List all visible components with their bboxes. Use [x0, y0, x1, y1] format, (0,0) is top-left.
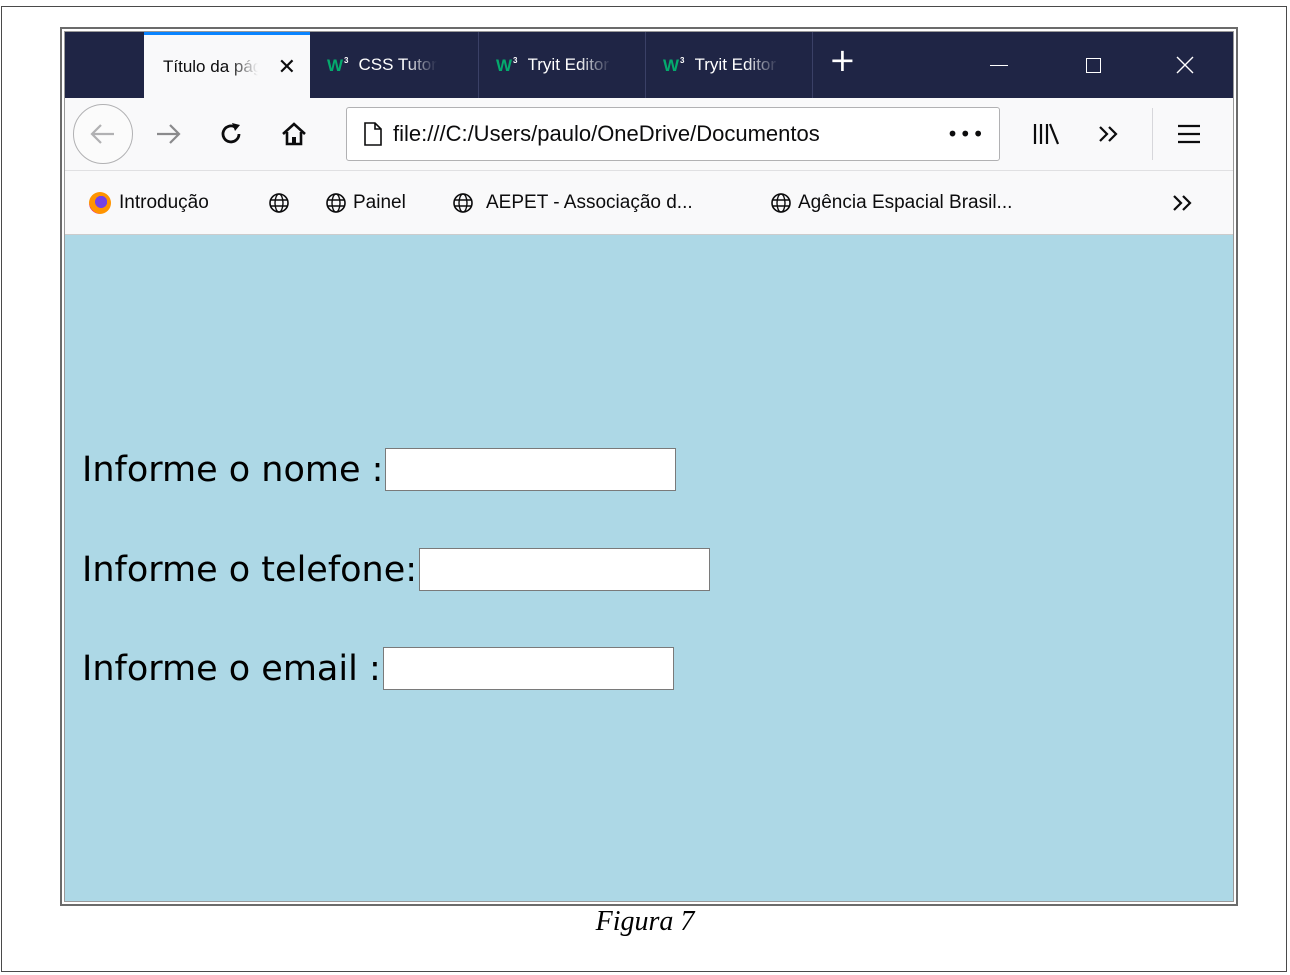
globe-icon	[325, 192, 347, 214]
close-icon	[1176, 56, 1194, 74]
forward-button[interactable]	[153, 120, 183, 148]
tab-title: CSS Tutorial	[358, 55, 437, 74]
reload-button[interactable]	[215, 118, 247, 150]
tab-tryit-editor-2[interactable]: W3 Tryit Editor	[663, 32, 813, 98]
tab-separator	[812, 32, 813, 98]
browser-inner: Título da página ✕ W3 CSS Tutorial W3 Tr…	[64, 31, 1234, 902]
name-row: Informe o nome :	[82, 448, 677, 491]
reload-icon	[221, 123, 241, 144]
tab-title: Tryit Editor	[527, 55, 610, 74]
nav-toolbar: file:///C:/Users/paulo/OneDrive/Document…	[65, 98, 1233, 171]
tab-css-tutorial[interactable]: W3 CSS Tutorial	[327, 32, 477, 98]
bookmark-label: Introdução	[119, 191, 209, 213]
bookmark-agencia-espacial[interactable]: Agência Espacial Brasil...	[770, 171, 1012, 234]
bookmark-painel[interactable]: Painel	[325, 171, 406, 234]
tab-separator	[645, 32, 646, 98]
tab-active[interactable]: Título da página ✕	[144, 32, 310, 98]
tab-separator	[478, 32, 479, 98]
name-input[interactable]	[385, 448, 677, 491]
forward-arrow-icon	[157, 124, 181, 144]
bookmark-aepet[interactable]: AEPET - Associação d...	[452, 171, 693, 234]
email-input[interactable]	[382, 647, 674, 690]
close-tab-icon[interactable]: ✕	[278, 55, 296, 78]
bookmarks-toolbar: Introdução Painel AEPET - Associação d..…	[65, 171, 1233, 235]
figure-caption: Figura 7	[595, 906, 695, 937]
url-text[interactable]: file:///C:/Users/paulo/OneDrive/Document…	[393, 121, 933, 147]
bookmark-unnamed[interactable]	[268, 171, 296, 234]
maximize-button[interactable]	[1049, 32, 1137, 98]
page-content: Informe o nome : Informe o telefone: Inf…	[65, 235, 1233, 901]
bookmark-label: Agência Espacial Brasil...	[798, 191, 1013, 213]
browser-window: Título da página ✕ W3 CSS Tutorial W3 Tr…	[60, 27, 1238, 906]
firefox-icon	[89, 191, 111, 214]
phone-label: Informe o telefone:	[82, 549, 418, 590]
bookmark-label: AEPET - Associação d...	[486, 191, 693, 213]
name-label: Informe o nome :	[82, 449, 384, 490]
library-icon	[1033, 123, 1059, 145]
maximize-icon	[1085, 57, 1101, 73]
tab-strip: Título da página ✕ W3 CSS Tutorial W3 Tr…	[65, 32, 1233, 98]
globe-icon	[268, 192, 290, 214]
tab-title: Tryit Editor	[694, 55, 777, 74]
menu-button[interactable]	[1173, 118, 1205, 150]
minimize-icon	[990, 64, 1008, 66]
email-label: Informe o email :	[82, 648, 381, 689]
toolbar-overflow-button[interactable]	[1093, 118, 1125, 150]
toolbar-separator	[1152, 108, 1153, 160]
back-arrow-icon	[90, 124, 114, 144]
home-icon	[282, 122, 306, 146]
close-window-button[interactable]	[1141, 32, 1229, 98]
globe-icon	[452, 192, 474, 214]
library-button[interactable]	[1029, 118, 1061, 150]
globe-icon	[770, 192, 792, 214]
phone-row: Informe o telefone:	[82, 548, 711, 591]
tab-tryit-editor-1[interactable]: W3 Tryit Editor	[496, 32, 646, 98]
page-icon	[363, 122, 383, 146]
page-actions-menu[interactable]: •••	[947, 122, 985, 146]
w3schools-icon: W3	[496, 55, 518, 75]
w3schools-icon: W3	[327, 55, 349, 75]
email-row: Informe o email :	[82, 647, 674, 690]
hamburger-icon	[1178, 124, 1200, 144]
w3schools-icon: W3	[663, 55, 685, 75]
home-button[interactable]	[277, 118, 311, 150]
bookmark-label: Painel	[353, 191, 406, 213]
double-chevron-icon	[1099, 126, 1118, 142]
minimize-button[interactable]	[955, 32, 1043, 98]
bookmarks-overflow-button[interactable]	[1171, 171, 1195, 234]
new-tab-button[interactable]: +	[829, 44, 856, 76]
back-button[interactable]	[73, 104, 133, 164]
address-bar[interactable]: file:///C:/Users/paulo/OneDrive/Document…	[346, 107, 1000, 161]
bookmark-introducao[interactable]: Introdução	[89, 171, 209, 234]
tab-title: Título da página	[163, 56, 258, 76]
phone-input[interactable]	[419, 548, 711, 591]
double-chevron-icon	[1173, 194, 1192, 211]
